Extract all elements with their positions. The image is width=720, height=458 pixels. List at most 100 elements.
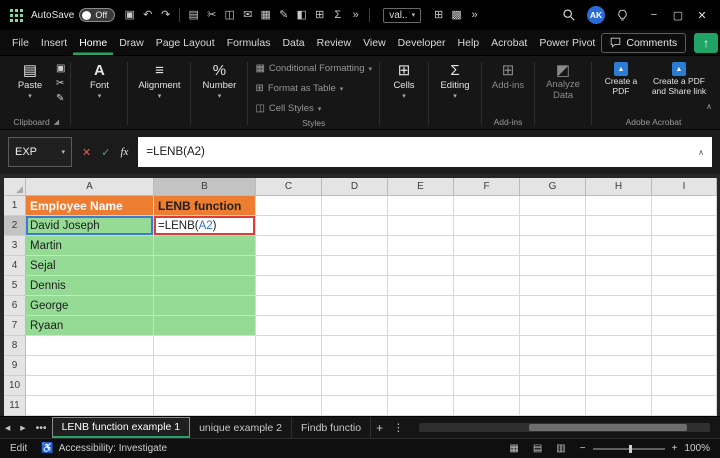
cell-D10[interactable] xyxy=(322,376,388,396)
cell-B3[interactable] xyxy=(154,236,256,256)
cell-D11[interactable] xyxy=(322,396,388,416)
copy-icon[interactable]: ◫ xyxy=(221,10,238,21)
ribbon-tab-help[interactable]: Help xyxy=(452,30,486,55)
row-header-11[interactable]: 11 xyxy=(4,396,26,416)
cell-E10[interactable] xyxy=(388,376,454,396)
cell-F9[interactable] xyxy=(454,356,520,376)
cell-B4[interactable] xyxy=(154,256,256,276)
cell-B8[interactable] xyxy=(154,336,256,356)
column-header-G[interactable]: G xyxy=(520,178,586,196)
cell-A8[interactable] xyxy=(26,336,154,356)
ribbon-tab-acrobat[interactable]: Acrobat xyxy=(485,30,533,55)
qat-combo[interactable]: val.. ▾ xyxy=(383,8,421,23)
cell-C7[interactable] xyxy=(256,316,322,336)
clipboard-icon[interactable]: ▤ xyxy=(185,10,202,21)
conditional-formatting-button[interactable]: ▦ Conditional Formatting ▾ xyxy=(255,60,372,77)
row-header-2[interactable]: 2 xyxy=(4,216,26,236)
cell-C4[interactable] xyxy=(256,256,322,276)
cell-G3[interactable] xyxy=(520,236,586,256)
cell-B1[interactable]: LENB function xyxy=(154,196,256,216)
cell-A11[interactable] xyxy=(26,396,154,416)
cell-F10[interactable] xyxy=(454,376,520,396)
cell-styles-button[interactable]: ◫ Cell Styles ▾ xyxy=(255,100,321,117)
zoom-in-button[interactable]: + xyxy=(672,443,678,454)
cell-C3[interactable] xyxy=(256,236,322,256)
cell-H10[interactable] xyxy=(586,376,652,396)
row-header-8[interactable]: 8 xyxy=(4,336,26,356)
analyze-data-button[interactable]: ◩ Analyze Data xyxy=(540,60,586,102)
row-header-1[interactable]: 1 xyxy=(4,196,26,216)
cell-E7[interactable] xyxy=(388,316,454,336)
cell-G6[interactable] xyxy=(520,296,586,316)
page-break-view-button[interactable]: ▥ xyxy=(556,443,565,454)
cell-H11[interactable] xyxy=(586,396,652,416)
cell-E5[interactable] xyxy=(388,276,454,296)
ribbon-tab-draw[interactable]: Draw xyxy=(113,30,150,55)
accessibility-status[interactable]: ♿ Accessibility: Investigate xyxy=(41,443,167,454)
cell-B10[interactable] xyxy=(154,376,256,396)
maximize-button[interactable]: ▢ xyxy=(668,9,688,22)
number-button[interactable]: % Number ▾ xyxy=(196,60,242,100)
cut-icon[interactable]: ✂ xyxy=(203,10,220,21)
cell-B2[interactable]: =LENB(A2) xyxy=(154,216,256,236)
ribbon-tab-insert[interactable]: Insert xyxy=(35,30,73,55)
cell-B6[interactable] xyxy=(154,296,256,316)
font-button[interactable]: A Font ▾ xyxy=(76,60,122,100)
column-header-I[interactable]: I xyxy=(652,178,717,196)
cell-I9[interactable] xyxy=(652,356,717,376)
cell-I1[interactable] xyxy=(652,196,717,216)
cell-A7[interactable]: Ryaan xyxy=(26,316,154,336)
cell-D3[interactable] xyxy=(322,236,388,256)
row-header-6[interactable]: 6 xyxy=(4,296,26,316)
cancel-icon[interactable]: ✕ xyxy=(82,146,91,159)
cell-I5[interactable] xyxy=(652,276,717,296)
cell-A10[interactable] xyxy=(26,376,154,396)
cell-D4[interactable] xyxy=(322,256,388,276)
cell-C1[interactable] xyxy=(256,196,322,216)
cell-G9[interactable] xyxy=(520,356,586,376)
format-painter-icon[interactable]: ✎ xyxy=(56,93,65,104)
editing-button[interactable]: Σ Editing ▾ xyxy=(434,60,476,100)
cell-G5[interactable] xyxy=(520,276,586,296)
create-pdf-button[interactable]: ▲ Create a PDF xyxy=(597,60,645,97)
autosum-icon[interactable]: Σ xyxy=(329,10,346,21)
cell-H4[interactable] xyxy=(586,256,652,276)
cell-C10[interactable] xyxy=(256,376,322,396)
cell-E4[interactable] xyxy=(388,256,454,276)
cell-I6[interactable] xyxy=(652,296,717,316)
cell-I2[interactable] xyxy=(652,216,717,236)
cell-G10[interactable] xyxy=(520,376,586,396)
overflow-2-icon[interactable]: » xyxy=(466,10,483,21)
ribbon-tab-review[interactable]: Review xyxy=(311,30,357,55)
autosave-toggle[interactable]: AutoSave Off xyxy=(31,8,115,22)
chart-icon[interactable]: ▦ xyxy=(257,10,274,21)
cell-I4[interactable] xyxy=(652,256,717,276)
cell-D1[interactable] xyxy=(322,196,388,216)
cell-G8[interactable] xyxy=(520,336,586,356)
column-header-A[interactable]: A xyxy=(26,178,154,196)
cell-A2[interactable]: David Joseph xyxy=(26,216,154,236)
cell-E1[interactable] xyxy=(388,196,454,216)
cell-F5[interactable] xyxy=(454,276,520,296)
column-header-F[interactable]: F xyxy=(454,178,520,196)
normal-view-button[interactable]: ▦ xyxy=(509,443,518,454)
cell-E3[interactable] xyxy=(388,236,454,256)
minimize-button[interactable]: − xyxy=(644,9,664,22)
cell-F2[interactable] xyxy=(454,216,520,236)
cell-D8[interactable] xyxy=(322,336,388,356)
cell-H8[interactable] xyxy=(586,336,652,356)
ribbon-tab-view[interactable]: View xyxy=(357,30,392,55)
cell-E11[interactable] xyxy=(388,396,454,416)
insert-table-icon[interactable]: ⊞ xyxy=(430,10,447,21)
cell-G2[interactable] xyxy=(520,216,586,236)
cell-F7[interactable] xyxy=(454,316,520,336)
select-all-button[interactable] xyxy=(4,178,26,196)
cell-A1[interactable]: Employee Name xyxy=(26,196,154,216)
cell-B7[interactable] xyxy=(154,316,256,336)
addins-button[interactable]: ⊞ Add-ins xyxy=(487,60,529,91)
cell-H5[interactable] xyxy=(586,276,652,296)
collapse-ribbon-icon[interactable]: ∧ xyxy=(706,102,712,111)
cell-B9[interactable] xyxy=(154,356,256,376)
cell-G1[interactable] xyxy=(520,196,586,216)
overflow-icon[interactable]: » xyxy=(347,10,364,21)
